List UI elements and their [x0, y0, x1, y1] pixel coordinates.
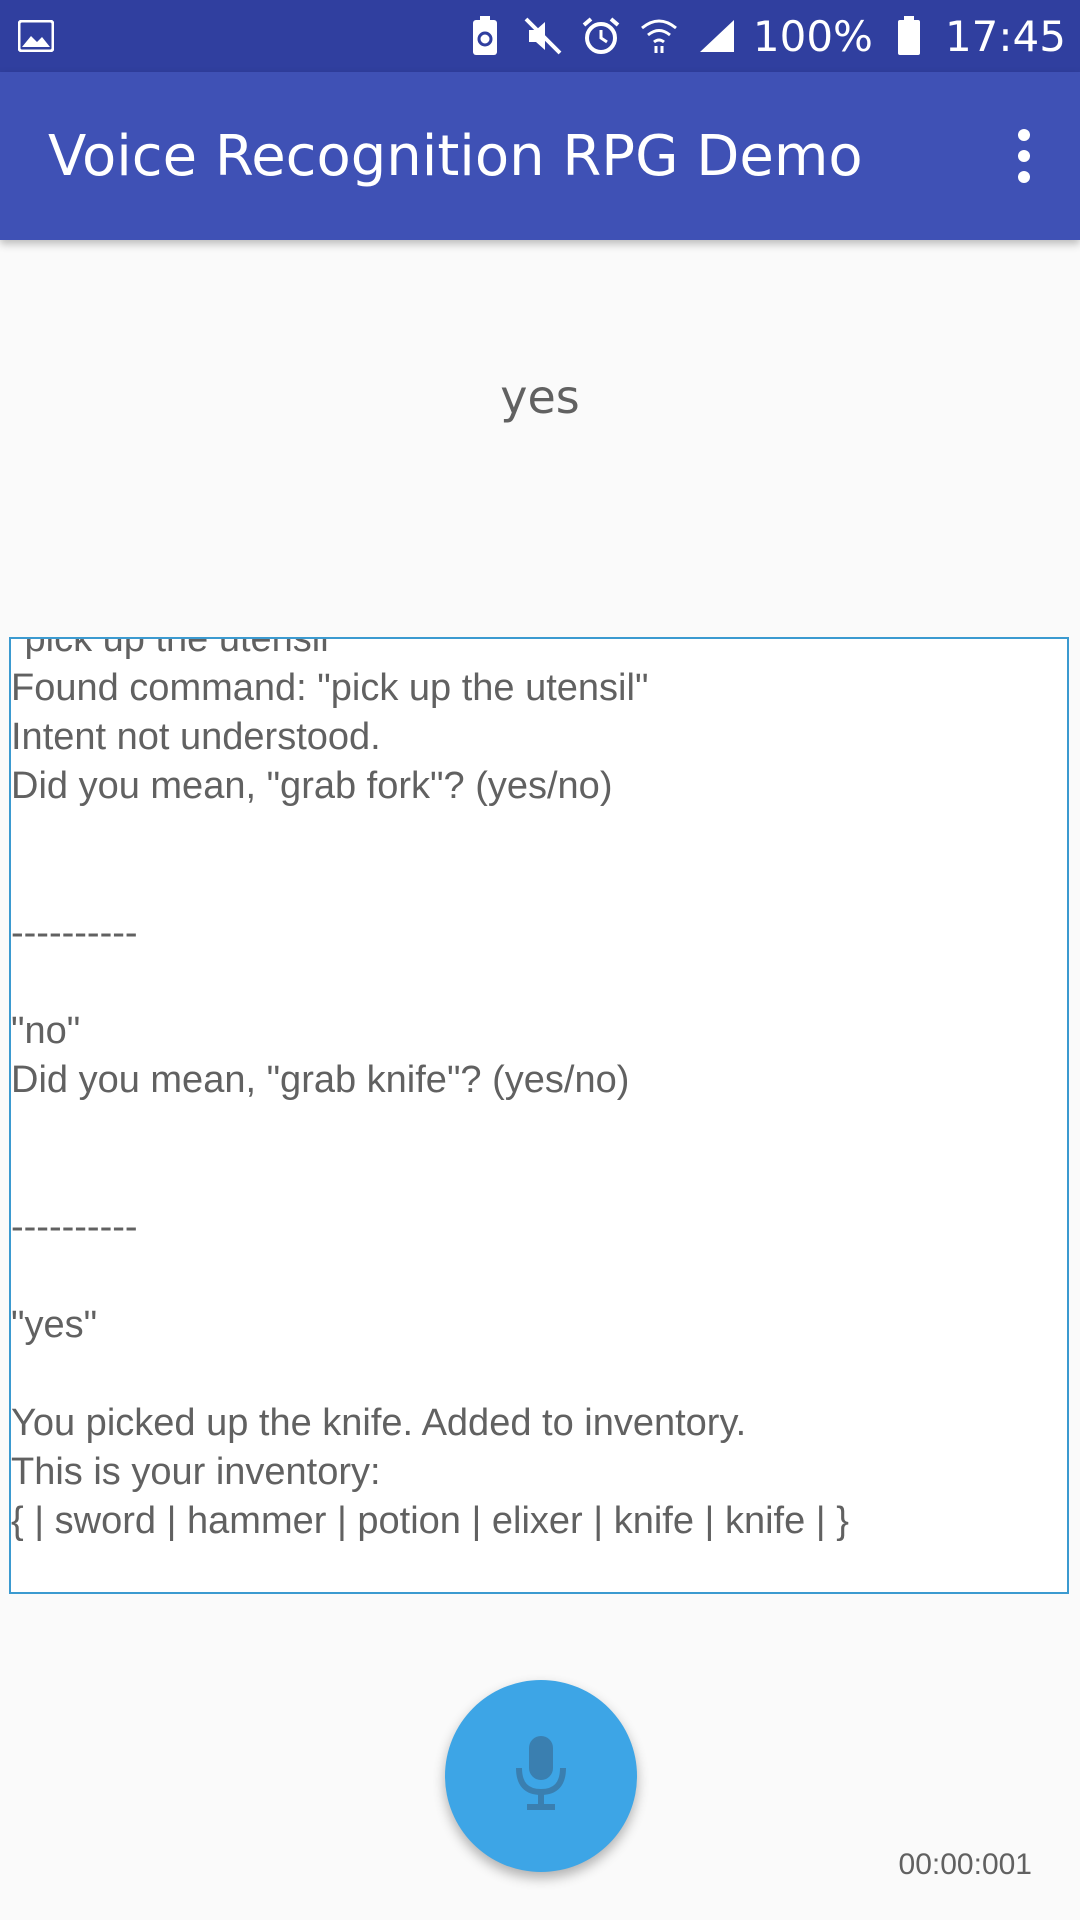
- log-line: "no": [11, 1010, 81, 1052]
- log-line: ----------: [11, 912, 138, 954]
- log-line: This is your inventory:: [11, 1451, 381, 1493]
- signal-icon: [695, 14, 739, 58]
- image-icon: [14, 14, 58, 58]
- log-lines: "pick up the utensil" Found command: "pic…: [11, 637, 1067, 1546]
- log-line: Intent not understood.: [11, 716, 381, 758]
- log-line: ----------: [11, 1206, 138, 1248]
- app-title: Voice Recognition RPG Demo: [48, 123, 863, 189]
- status-bar: 100% 17:45: [0, 0, 1080, 72]
- battery-icon: [887, 14, 931, 58]
- microphone-button[interactable]: [445, 1680, 637, 1872]
- log-line: Did you mean, "grab knife"? (yes/no): [11, 1059, 630, 1101]
- app-bar: Voice Recognition RPG Demo: [0, 72, 1080, 240]
- status-time: 17:45: [944, 11, 1066, 61]
- more-vert-icon[interactable]: [992, 124, 1056, 188]
- log-line: "pick up the utensil": [11, 637, 343, 660]
- log-line: You picked up the knife. Added to invent…: [11, 1402, 747, 1444]
- recognized-speech-text: yes: [500, 370, 580, 424]
- log-line: Found command: "pick up the utensil": [11, 667, 649, 709]
- microphone-icon: [513, 1734, 569, 1818]
- command-log[interactable]: "pick up the utensil" Found command: "pic…: [9, 637, 1069, 1594]
- battery-saver-icon: [463, 14, 507, 58]
- log-line: "yes": [11, 1304, 98, 1346]
- timer: 00:00:001: [898, 1848, 1032, 1881]
- wifi-icon: [637, 14, 681, 58]
- log-line: { | sword | hammer | potion | elixer | k…: [11, 1500, 849, 1542]
- mute-icon: [521, 14, 565, 58]
- alarm-icon: [579, 14, 623, 58]
- battery-percent: 100%: [752, 11, 873, 61]
- log-line: Did you mean, "grab fork"? (yes/no): [11, 765, 613, 807]
